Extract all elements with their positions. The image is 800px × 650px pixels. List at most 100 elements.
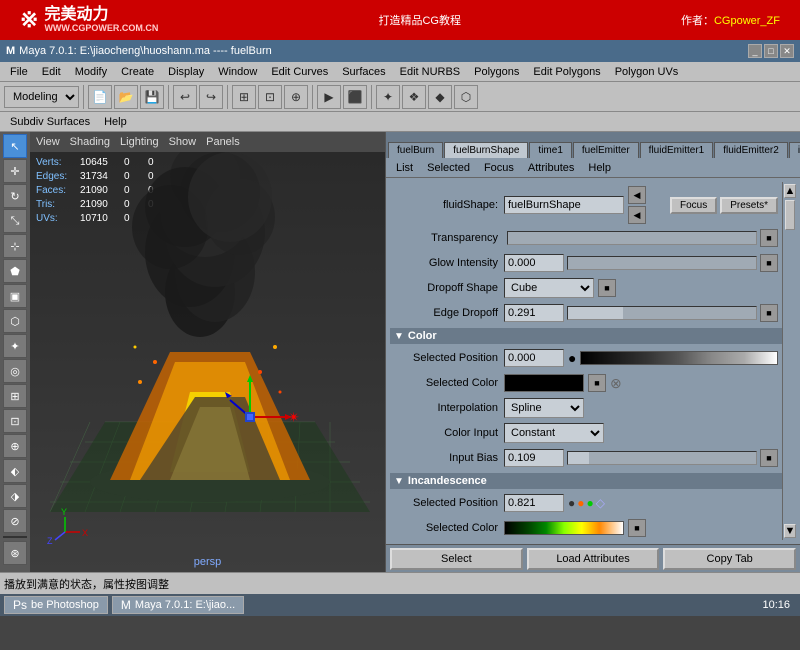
mode-select[interactable]: Modeling (4, 86, 79, 108)
menu-polygon-uvs[interactable]: Polygon UVs (609, 65, 685, 79)
toolbar-btn-snap3[interactable]: ⊕ (284, 85, 308, 109)
menu-polygons[interactable]: Polygons (468, 65, 525, 79)
focus-button[interactable]: Focus (670, 197, 717, 214)
maximize-btn[interactable]: □ (764, 44, 778, 58)
menu-edit-curves[interactable]: Edit Curves (265, 65, 334, 79)
tool-j[interactable]: ⬗ (3, 484, 27, 508)
fluid-shape-input[interactable] (504, 196, 624, 214)
fluid-shape-btn1[interactable]: ◀ (628, 186, 646, 204)
toolbar-btn-undo[interactable]: ↩ (173, 85, 197, 109)
input-bias-input[interactable] (504, 449, 564, 467)
attr-menu-selected[interactable]: Selected (421, 161, 476, 175)
toolbar-btn-new[interactable]: 📄 (88, 85, 112, 109)
tool-f[interactable]: ⊞ (3, 384, 27, 408)
transparency-slider[interactable] (507, 231, 757, 245)
viewport-menu-shading[interactable]: Shading (70, 136, 110, 148)
attr-menu-focus[interactable]: Focus (478, 161, 520, 175)
tool-b[interactable]: ▣ (3, 284, 27, 308)
toolbar-btn-open[interactable]: 📂 (114, 85, 138, 109)
viewport-menu-panels[interactable]: Panels (206, 136, 240, 148)
input-bias-btn[interactable]: ■ (760, 449, 778, 467)
toolbar-btn-c[interactable]: ◆ (428, 85, 452, 109)
menu-surfaces[interactable]: Surfaces (336, 65, 391, 79)
toolbar-btn-d[interactable]: ⬡ (454, 85, 478, 109)
tool-scale[interactable]: ⤡ (3, 209, 27, 233)
color-input-select[interactable]: Constant Density Temperature (504, 423, 604, 443)
toolbar-btn-a[interactable]: ✦ (376, 85, 400, 109)
menu-modify[interactable]: Modify (69, 65, 113, 79)
menu-window[interactable]: Window (212, 65, 263, 79)
tool-universal[interactable]: ⊹ (3, 234, 27, 258)
glow-intensity-btn[interactable]: ■ (760, 254, 778, 272)
select-button[interactable]: Select (390, 548, 523, 570)
taskbar-photoshop[interactable]: Ps be Photoshop (4, 596, 108, 614)
toolbar-btn-b[interactable]: ❖ (402, 85, 426, 109)
selected-color-btn[interactable]: ■ (588, 374, 606, 392)
dropoff-shape-select[interactable]: Cube Sphere Cone (504, 278, 594, 298)
tab-fluidemitter2[interactable]: fluidEmitter2 (714, 142, 788, 158)
toolbar-btn-redo[interactable]: ↪ (199, 85, 223, 109)
glow-intensity-slider[interactable] (567, 256, 757, 270)
tool-k[interactable]: ⊘ (3, 509, 27, 533)
menu-help[interactable]: Help (98, 115, 133, 129)
incandescence-collapse-btn[interactable]: ▼ (394, 476, 404, 487)
tool-e[interactable]: ◎ (3, 359, 27, 383)
menu-display[interactable]: Display (162, 65, 210, 79)
tool-a[interactable]: ⬟ (3, 259, 27, 283)
viewport-menu-lighting[interactable]: Lighting (120, 136, 159, 148)
close-btn[interactable]: ✕ (780, 44, 794, 58)
tab-fuelemitter[interactable]: fuelEmitter (573, 142, 639, 158)
viewport-menu-show[interactable]: Show (169, 136, 197, 148)
tool-select[interactable]: ↖ (3, 134, 27, 158)
tab-fluidemitter1[interactable]: fluidEmitter1 (640, 142, 714, 158)
scroll-thumb[interactable] (785, 200, 795, 230)
presets-button[interactable]: Presets* (720, 197, 778, 214)
tool-rotate[interactable]: ↻ (3, 184, 27, 208)
tool-g[interactable]: ⊡ (3, 409, 27, 433)
color-collapse-btn[interactable]: ▼ (394, 331, 404, 342)
tab-i[interactable]: i (789, 142, 800, 158)
toolbar-btn-render2[interactable]: ⬛ (343, 85, 367, 109)
interpolation-select[interactable]: Spline Linear Smooth (504, 398, 584, 418)
toolbar-btn-save[interactable]: 💾 (140, 85, 164, 109)
tool-c[interactable]: ⬡ (3, 309, 27, 333)
incand-sel-pos-input[interactable] (504, 494, 564, 512)
glow-intensity-input[interactable] (504, 254, 564, 272)
menu-edit-nurbs[interactable]: Edit NURBS (394, 65, 467, 79)
taskbar-maya[interactable]: M Maya 7.0.1: E:\jiao... (112, 596, 244, 614)
load-attributes-button[interactable]: Load Attributes (527, 548, 660, 570)
minimize-btn[interactable]: _ (748, 44, 762, 58)
incandescence-bar[interactable] (504, 521, 624, 535)
scroll-up-btn[interactable]: ▲ (784, 184, 796, 198)
viewport-canvas[interactable]: Verts: 10645 0 0 Edges: 31734 0 0 Faces:… (30, 152, 385, 572)
attr-menu-list[interactable]: List (390, 161, 419, 175)
tool-d[interactable]: ✦ (3, 334, 27, 358)
toolbar-btn-snap2[interactable]: ⊡ (258, 85, 282, 109)
incand-color-btn[interactable]: ■ (628, 519, 646, 537)
copy-tab-button[interactable]: Copy Tab (663, 548, 796, 570)
dropoff-shape-btn[interactable]: ■ (598, 279, 616, 297)
color-gradient-bar[interactable] (580, 351, 778, 365)
menu-create[interactable]: Create (115, 65, 160, 79)
transparency-btn[interactable]: ■ (760, 229, 778, 247)
edge-dropoff-slider[interactable] (567, 306, 757, 320)
menu-subdiv[interactable]: Subdiv Surfaces (4, 115, 96, 129)
toolbar-btn-render1[interactable]: ▶ (317, 85, 341, 109)
attr-scrollbar[interactable]: ▲ ▼ (782, 182, 796, 540)
tab-time1[interactable]: time1 (529, 142, 571, 158)
color-sel-pos-input[interactable] (504, 349, 564, 367)
input-bias-slider[interactable] (567, 451, 757, 465)
edge-dropoff-input[interactable] (504, 304, 564, 322)
edge-dropoff-btn[interactable]: ■ (760, 304, 778, 322)
fluid-shape-btn2[interactable]: ◀ (628, 206, 646, 224)
tool-move[interactable]: ✛ (3, 159, 27, 183)
scroll-down-btn[interactable]: ▼ (784, 524, 796, 538)
tab-fuelburnshape[interactable]: fuelBurnShape (444, 142, 528, 158)
menu-edit[interactable]: Edit (36, 65, 67, 79)
tool-l[interactable]: ⊛ (3, 541, 27, 565)
menu-file[interactable]: File (4, 65, 34, 79)
attr-menu-help[interactable]: Help (582, 161, 617, 175)
tool-i[interactable]: ⬖ (3, 459, 27, 483)
attr-menu-attributes[interactable]: Attributes (522, 161, 580, 175)
tab-fuelburn[interactable]: fuelBurn (388, 142, 443, 158)
